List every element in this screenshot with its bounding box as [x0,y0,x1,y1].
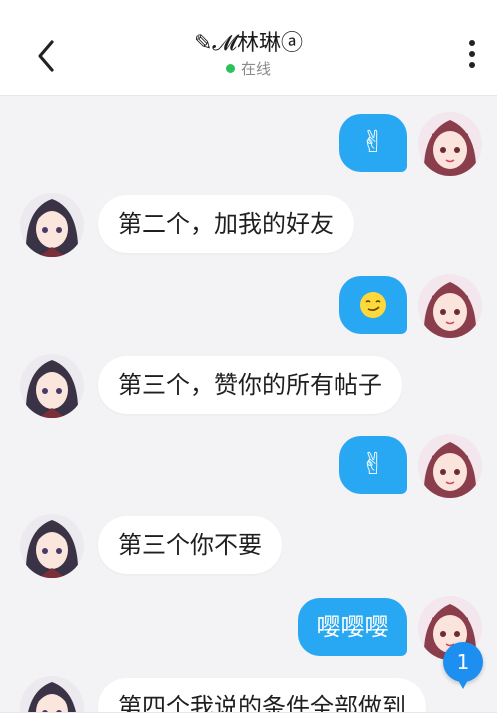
my-avatar[interactable] [418,274,482,338]
contact-name: ✎𝓜林琳ⓐ [193,31,304,56]
message-input-bar[interactable] [0,712,497,728]
smirk-emoji-icon [360,292,386,318]
anime-girl-avatar-icon [20,514,84,578]
anime-girl-avatar-icon [418,112,482,176]
contact-avatar[interactable] [20,514,84,578]
message-bubble-outgoing[interactable]: 嘤嘤嘤 [298,598,407,656]
message-bubble-incoming[interactable]: 第二个，加我的好友 [98,195,354,253]
my-avatar[interactable] [418,434,482,498]
dot-icon [469,40,475,46]
anime-girl-avatar-icon [418,274,482,338]
new-message-badge[interactable]: 1 [443,642,483,689]
victory-hand-emoji-icon: ✌ [360,125,386,160]
message-bubble-incoming[interactable]: 第三个你不要 [98,516,282,574]
online-status-label: 在线 [240,60,271,78]
more-options-button[interactable] [465,40,479,74]
dot-icon [469,62,475,68]
anime-girl-avatar-icon [20,354,84,418]
title-block: ✎𝓜林琳ⓐ 在线 [0,30,497,78]
message-bubble-outgoing[interactable] [339,276,407,334]
my-avatar[interactable] [418,112,482,176]
online-status: 在线 [0,60,497,78]
contact-avatar[interactable] [20,354,84,418]
dot-icon [469,51,475,57]
message-bubble-outgoing[interactable]: ✌ [339,436,407,494]
chat-messages[interactable]: ✌ 第二个，加我的好友 第三个，赞你的所有帖子 ✌ 第三个你不要 嘤嘤嘤 第四个… [0,96,497,727]
message-bubble-outgoing[interactable]: ✌ [339,114,407,172]
message-bubble-incoming[interactable]: 第三个，赞你的所有帖子 [98,356,402,414]
anime-girl-avatar-icon [418,434,482,498]
victory-hand-emoji-icon: ✌ [360,447,386,482]
chat-header: ✎𝓜林琳ⓐ 在线 [0,0,497,96]
anime-girl-avatar-icon [20,193,84,257]
online-dot-icon [225,64,235,73]
contact-avatar[interactable] [20,193,84,257]
